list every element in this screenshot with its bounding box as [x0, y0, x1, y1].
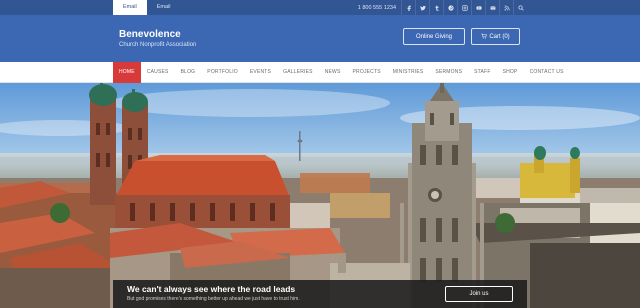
main-nav: Home Causes Blog Portfolio Events Galler…	[0, 62, 640, 83]
nav-item-blog[interactable]: Blog	[175, 62, 202, 83]
tumblr-icon[interactable]	[429, 0, 443, 15]
top-utility-bar: Email Email 1 800 555 1234	[0, 0, 640, 15]
top-link-email[interactable]: Email	[147, 0, 181, 15]
site-title[interactable]: Benevolence	[119, 29, 181, 40]
pinterest-icon[interactable]	[443, 0, 457, 15]
rss-icon[interactable]	[499, 0, 513, 15]
site-tagline: Church Nonprofit Association	[119, 42, 197, 48]
main-nav-items: Home Causes Blog Portfolio Events Galler…	[113, 62, 570, 83]
top-link-email-active[interactable]: Email	[113, 0, 147, 15]
top-links: Email Email	[113, 0, 181, 15]
nav-item-shop[interactable]: Shop	[497, 62, 524, 83]
nav-item-contact-us[interactable]: Contact Us	[524, 62, 570, 83]
nav-item-galleries[interactable]: Galleries	[277, 62, 319, 83]
instagram-icon[interactable]	[457, 0, 471, 15]
nav-item-events[interactable]: Events	[244, 62, 277, 83]
cart-icon	[481, 33, 488, 41]
search-icon[interactable]	[513, 0, 527, 15]
nav-item-portfolio[interactable]: Portfolio	[201, 62, 244, 83]
hero-city-image	[0, 83, 640, 308]
nav-item-sermons[interactable]: Sermons	[429, 62, 468, 83]
nav-item-projects[interactable]: Projects	[347, 62, 387, 83]
email-icon[interactable]	[485, 0, 499, 15]
youtube-icon[interactable]	[471, 0, 485, 15]
facebook-icon[interactable]	[401, 0, 415, 15]
nav-item-causes[interactable]: Causes	[141, 62, 175, 83]
online-giving-button[interactable]: Online Giving	[403, 28, 465, 45]
hero-caption-title: We can't always see where the road leads	[127, 284, 296, 294]
cart-label: Cart (0)	[489, 33, 510, 40]
hero-slider: We can't always see where the road leads…	[0, 83, 640, 308]
hero-caption-text: But god promises there's something bette…	[127, 296, 300, 302]
twitter-icon[interactable]	[415, 0, 429, 15]
nav-item-news[interactable]: News	[319, 62, 347, 83]
cart-button[interactable]: Cart (0)	[471, 28, 520, 45]
join-us-button[interactable]: Join us	[445, 286, 513, 302]
nav-item-staff[interactable]: Staff	[468, 62, 496, 83]
site-header: Benevolence Church Nonprofit Association…	[0, 15, 640, 62]
phone-number: 1 800 555 1234	[357, 4, 396, 11]
top-right-group: 1 800 555 1234	[358, 0, 527, 15]
hero-caption: We can't always see where the road leads…	[113, 280, 527, 308]
nav-item-ministries[interactable]: Ministries	[387, 62, 430, 83]
nav-item-home[interactable]: Home	[113, 62, 141, 83]
